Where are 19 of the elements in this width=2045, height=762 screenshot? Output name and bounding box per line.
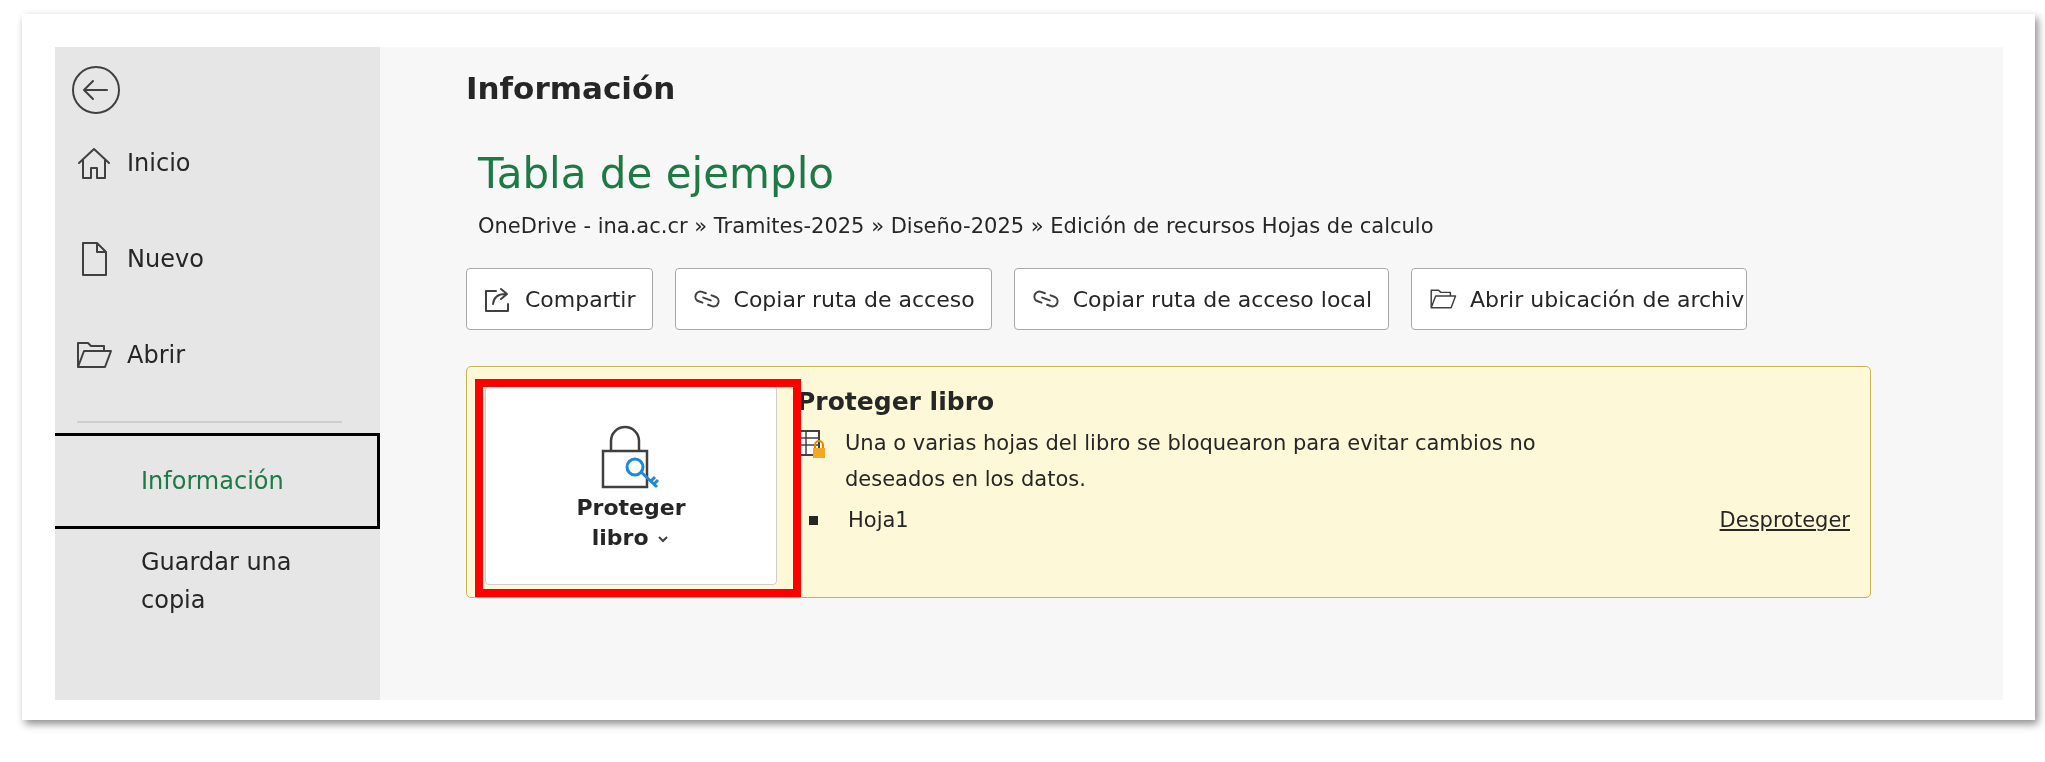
sidebar-item[interactable]: Guardar una copia	[55, 529, 380, 625]
sidebar-item[interactable]: Abrir	[55, 307, 380, 403]
caret-icon	[656, 533, 671, 544]
sidebar-item[interactable]: Inicio	[55, 115, 380, 211]
page-title: Información	[466, 69, 677, 108]
back-button[interactable]	[71, 65, 121, 115]
protect-workbook-button[interactable]: Proteger libro	[485, 385, 777, 585]
sidebar-item[interactable]: Nuevo	[55, 211, 380, 307]
action-button[interactable]: Copiar ruta de acceso local	[1013, 268, 1390, 330]
sheet-name: Hoja1	[848, 506, 909, 534]
protection-description: Una o varias hojas del libro se bloquearon para evitar cambios no deseados en los datos.	[845, 429, 1537, 493]
action-button[interactable]: Copiar ruta de acceso	[674, 268, 992, 330]
panel-title: Proteger libro	[797, 386, 996, 418]
bullet-icon	[809, 515, 818, 525]
file-path: OneDrive - ina.ac.cr » Tramites-2025 » Diseño-2025 » Edición de recursos Hojas de calculo	[478, 212, 1435, 240]
action-button[interactable]: Compartir	[466, 268, 653, 330]
unprotect-link[interactable]: Desproteger	[1719, 504, 1850, 536]
document-title: Tabla de ejemplo	[478, 147, 835, 200]
action-button[interactable]: Abrir ubicación de archiv	[1411, 268, 1748, 330]
